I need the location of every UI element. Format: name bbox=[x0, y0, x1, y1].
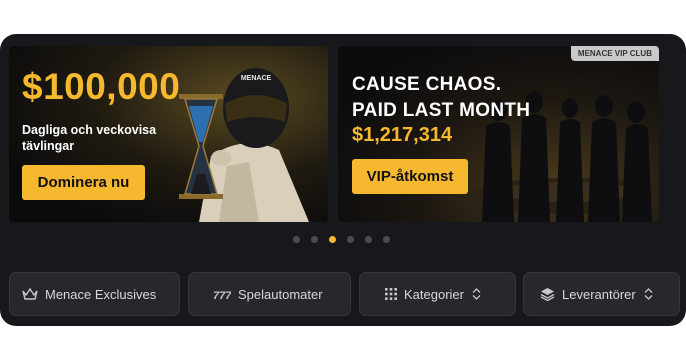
crown-icon bbox=[22, 287, 38, 300]
carousel-dot[interactable] bbox=[311, 236, 318, 243]
dominate-now-button[interactable]: Dominera nu bbox=[22, 165, 145, 200]
promo-banner-vip[interactable]: MENACE VIP CLUB CAUSE CHAOS. PAID LAST M… bbox=[338, 46, 659, 222]
nav-label: Leverantörer bbox=[562, 286, 636, 302]
promo-panel: $100,000 Dagliga och veckovisa tävlingar… bbox=[0, 34, 686, 326]
carousel-dot[interactable] bbox=[347, 236, 354, 243]
vip-club-badge: MENACE VIP CLUB bbox=[570, 46, 659, 61]
chevron-up-down-icon bbox=[472, 288, 481, 300]
banner-tagline: Dagliga och veckovisa tävlingar bbox=[22, 123, 157, 153]
racer-illustration: MENACE bbox=[179, 68, 309, 222]
nav-menace-exclusives[interactable]: Menace Exclusives bbox=[9, 272, 180, 316]
vip-access-button[interactable]: VIP-åtkomst bbox=[352, 159, 468, 194]
layers-icon bbox=[540, 288, 555, 301]
promo-banner-tournaments[interactable]: $100,000 Dagliga och veckovisa tävlingar… bbox=[9, 46, 328, 222]
nav-providers[interactable]: Leverantörer bbox=[523, 272, 680, 316]
grid-icon bbox=[385, 288, 397, 300]
svg-text:777: 777 bbox=[213, 290, 231, 300]
nav-label: Menace Exclusives bbox=[45, 286, 157, 302]
helmet-logo-text: MENACE bbox=[241, 75, 272, 82]
nav-label: Spelautomater bbox=[238, 286, 323, 302]
carousel-dot[interactable] bbox=[293, 236, 300, 243]
paid-amount: $1,217,314 bbox=[352, 124, 453, 146]
prize-amount: $100,000 bbox=[22, 66, 181, 107]
vip-headline: CAUSE CHAOS. PAID LAST MONTH bbox=[352, 72, 530, 124]
slot-777-icon: 777 bbox=[213, 290, 231, 300]
carousel-dot[interactable] bbox=[383, 236, 390, 243]
nav-categories[interactable]: Kategorier bbox=[359, 272, 516, 316]
vip-headline-line1: CAUSE CHAOS. bbox=[352, 74, 502, 95]
vip-headline-line2: PAID LAST MONTH bbox=[352, 100, 531, 121]
carousel-dot-active[interactable] bbox=[329, 236, 336, 243]
nav-label: Kategorier bbox=[404, 286, 464, 302]
carousel-pagination bbox=[293, 236, 390, 243]
nav-slots[interactable]: 777 Spelautomater bbox=[188, 272, 351, 316]
chevron-up-down-icon bbox=[644, 288, 653, 300]
carousel-dot[interactable] bbox=[365, 236, 372, 243]
